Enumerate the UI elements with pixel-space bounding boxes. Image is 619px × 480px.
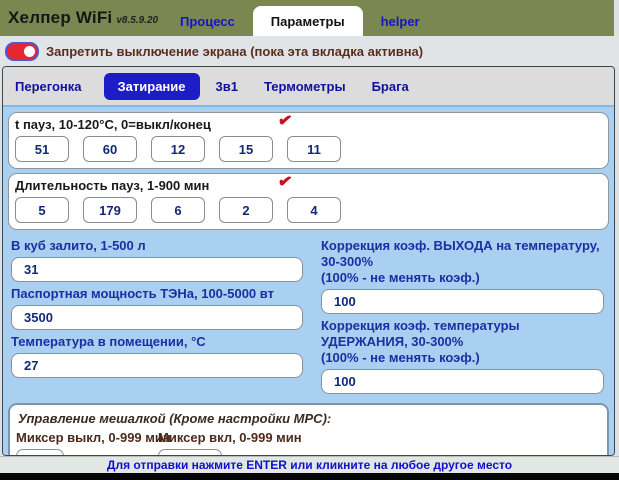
field-heater-power: Паспортная мощность ТЭНа, 100-5000 вт [11, 286, 303, 330]
room-temp-label: Температура в помещении, °C [11, 334, 303, 350]
pause-temp-5-input[interactable] [287, 136, 341, 162]
screen-lock-toggle[interactable] [5, 42, 39, 61]
toggle-knob-icon [24, 46, 35, 57]
footer-bar [0, 473, 619, 480]
pause-duration-2-input[interactable] [83, 197, 137, 223]
pause-temps-panel: t пауз, 10-120°C, 0=выкл/конец ✔ [8, 112, 609, 169]
app-title: Хелпер WiFi [8, 8, 112, 28]
tab-distillation[interactable]: Перегонка [15, 79, 82, 94]
pause-temp-3-input[interactable] [151, 136, 205, 162]
pause-duration-3-input[interactable] [151, 197, 205, 223]
pause-temps-label: t пауз, 10-120°C, 0=выкл/конец [15, 117, 211, 132]
pause-durations-inputs [15, 197, 602, 223]
screen-lock-row: Запретить выключение экрана (пока эта вк… [0, 36, 619, 66]
field-mixer-off: Миксер выкл, 0-999 мин [16, 429, 150, 456]
settings-right-column: Коррекция коэф. ВЫХОДА на температуру, 3… [321, 234, 606, 397]
tab-process[interactable]: Процесс [168, 6, 247, 36]
pause-duration-5-input[interactable] [287, 197, 341, 223]
field-room-temp: Температура в помещении, °C [11, 334, 303, 378]
pause-durations-label: Длительность пауз, 1-900 мин [15, 178, 209, 193]
screen-lock-label: Запретить выключение экрана (пока эта вк… [46, 44, 423, 59]
settings-left-column: В куб залито, 1-500 л Паспортная мощност… [11, 234, 303, 397]
mixer-fields: Миксер выкл, 0-999 мин Миксер вкл, 0-999… [16, 429, 597, 456]
output-coef-label-line2: (100% - не менять коэф.) [321, 270, 604, 286]
field-output-coef: Коррекция коэф. ВЫХОДА на температуру, 3… [321, 238, 604, 314]
tab-helper[interactable]: helper [369, 6, 432, 36]
app-title-block: Хелпер WiFi v8.5.9.20 [8, 8, 168, 28]
header-tabs: Процесс Параметры helper [168, 6, 432, 36]
app-version: v8.5.9.20 [116, 15, 158, 26]
output-coef-label-line1: Коррекция коэф. ВЫХОДА на температуру, 3… [321, 238, 604, 270]
checkmark-icon: ✔ [260, 109, 310, 134]
pause-temp-1-input[interactable] [15, 136, 69, 162]
tab-mashing[interactable]: Затирание [104, 73, 200, 100]
mashing-settings-content: t пауз, 10-120°C, 0=выкл/конец ✔ Длитель… [3, 105, 614, 456]
field-hold-coef: Коррекция коэф. температуры УДЕРЖАНИЯ, 3… [321, 318, 604, 394]
app-header: Хелпер WiFi v8.5.9.20 Процесс Параметры … [0, 0, 614, 36]
pause-temp-4-input[interactable] [219, 136, 273, 162]
pause-duration-4-input[interactable] [219, 197, 273, 223]
tab-parameters[interactable]: Параметры [253, 6, 363, 36]
section-tabbar: Перегонка Затирание 3в1 Термометры Брага [3, 67, 614, 105]
room-temp-input[interactable] [11, 353, 303, 378]
mixer-panel: Управление мешалкой (Кроме настройки MPC… [8, 403, 609, 456]
tab-3in1[interactable]: 3в1 [216, 79, 238, 94]
mixer-title: Управление мешалкой (Кроме настройки MPC… [18, 411, 597, 426]
field-mixer-on: Миксер вкл, 0-999 мин [158, 429, 302, 456]
tab-braga[interactable]: Брага [372, 79, 409, 94]
status-bar: Для отправки нажмите ENTER или кликните … [0, 456, 619, 473]
mixer-off-input[interactable] [16, 449, 64, 456]
submit-hint-text: Для отправки нажмите ENTER или кликните … [107, 458, 512, 472]
hold-coef-input[interactable] [321, 369, 604, 394]
hold-coef-label-line2: (100% - не менять коэф.) [321, 350, 604, 366]
field-volume: В куб залито, 1-500 л [11, 238, 303, 282]
pause-temps-inputs [15, 136, 602, 162]
heater-power-input[interactable] [11, 305, 303, 330]
app-window: Хелпер WiFi v8.5.9.20 Процесс Параметры … [0, 0, 619, 480]
tab-thermometers[interactable]: Термометры [264, 79, 346, 94]
mixer-on-label: Миксер вкл, 0-999 мин [158, 430, 302, 445]
hold-coef-label-line1: Коррекция коэф. температуры УДЕРЖАНИЯ, 3… [321, 318, 604, 350]
pause-duration-1-input[interactable] [15, 197, 69, 223]
settings-form: В куб залито, 1-500 л Паспортная мощност… [3, 230, 614, 397]
mixer-on-input[interactable] [158, 449, 222, 456]
pause-durations-panel: Длительность пауз, 1-900 мин ✔ [8, 173, 609, 230]
volume-input[interactable] [11, 257, 303, 282]
parameters-frame: Перегонка Затирание 3в1 Термометры Брага… [2, 66, 615, 456]
output-coef-input[interactable] [321, 289, 604, 314]
pause-temp-2-input[interactable] [83, 136, 137, 162]
volume-label: В куб залито, 1-500 л [11, 238, 303, 254]
checkmark-icon: ✔ [260, 170, 310, 195]
mixer-off-label: Миксер выкл, 0-999 мин [16, 430, 150, 445]
heater-power-label: Паспортная мощность ТЭНа, 100-5000 вт [11, 286, 303, 302]
